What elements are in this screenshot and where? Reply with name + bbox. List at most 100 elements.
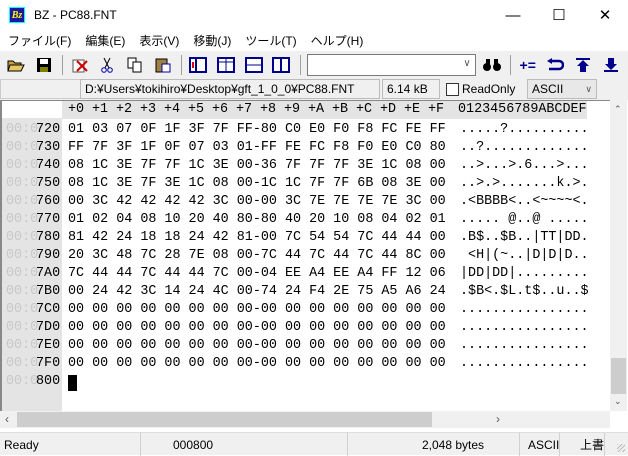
- ascii-text[interactable]: .$B<.$L.t$..u..$: [460, 283, 589, 301]
- menu-edit[interactable]: 編集(E): [81, 32, 131, 49]
- hex-bytes[interactable]: 20 3C 48 7C 28 7E 08 00-7C 44 7C 44 7C 4…: [68, 247, 446, 265]
- hex-bytes[interactable]: 7C 44 44 7C 44 44 7C 00-04 EE A4 EE A4 F…: [68, 265, 446, 283]
- hex-row[interactable]: 00:0 790 20 3C 48 7C 28 7E 08 00-7C 44 7C …: [2, 247, 602, 265]
- cut-icon[interactable]: [97, 54, 118, 76]
- hex-row[interactable]: 00:0 7F0 00 00 00 00 00 00 00 00-00 00 00 …: [2, 355, 602, 373]
- hex-row[interactable]: 00:0 7B0 00 24 42 3C 14 24 4C 00-74 24 F4 …: [2, 283, 602, 301]
- jump-bottom-icon[interactable]: [600, 54, 621, 76]
- maximize-button[interactable]: ☐: [536, 0, 582, 30]
- readonly-checkbox[interactable]: ReadOnly: [446, 82, 526, 96]
- scroll-up-icon[interactable]: ⌃: [614, 104, 622, 115]
- close-button[interactable]: ✕: [582, 0, 628, 30]
- hex-view[interactable]: +0 +1 +2 +3 +4 +5 +6 +7 +8 +9 +A +B +C +D +E +F 01234567…: [0, 100, 610, 412]
- ascii-text[interactable]: |DD|DD|.........: [460, 265, 589, 283]
- jump-top-icon[interactable]: [573, 54, 594, 76]
- toolbar-separator: [299, 54, 301, 75]
- ascii-text[interactable]: ..>...>.6...>...: [460, 157, 589, 175]
- hex-bytes[interactable]: FF 7F 3F 1F 0F 07 03 01-FF FE FC F8 F0 E…: [68, 139, 446, 157]
- menu-jump[interactable]: 移動(J): [189, 32, 237, 49]
- hex-row[interactable]: 00:0 7E0 00 00 00 00 00 00 00 00-00 00 00 …: [2, 337, 602, 355]
- offset-prefix: 00:0: [6, 356, 39, 371]
- ascii-text[interactable]: ................: [460, 355, 589, 373]
- ascii-text[interactable]: .....?..........: [460, 121, 589, 139]
- column-header-cell: +E: [404, 102, 421, 117]
- hex-row[interactable]: 00:0 760 00 3C 42 42 42 42 3C 00-00 3C 7E …: [2, 193, 602, 211]
- scroll-left-icon[interactable]: ‹: [5, 412, 9, 426]
- paste-icon[interactable]: [152, 54, 173, 76]
- ascii-text[interactable]: ..>.>.......k.>.: [460, 175, 589, 193]
- delete-icon[interactable]: [69, 54, 90, 76]
- vertical-scrollbar[interactable]: ⌃ ⌄: [610, 100, 627, 411]
- hex-bytes[interactable]: 00 00 00 00 00 00 00 00-00 00 00 00 00 0…: [68, 301, 446, 319]
- find-icon[interactable]: [482, 54, 503, 76]
- menu-view[interactable]: 表示(V): [135, 32, 185, 49]
- menu-tools[interactable]: ツール(T): [241, 32, 302, 49]
- status-encoding: ASCII: [520, 433, 560, 456]
- hex-bytes[interactable]: 08 1C 3E 7F 7F 1C 3E 00-36 7F 7F 7F 3E 1…: [68, 157, 446, 175]
- ascii-text[interactable]: ................: [460, 301, 589, 319]
- encoding-select[interactable]: ASCII ∨: [527, 79, 597, 99]
- scrollbar-thumb[interactable]: [17, 412, 432, 427]
- ascii-text[interactable]: ..... @..@ .....: [460, 211, 589, 229]
- hex-bytes[interactable]: 08 1C 3E 7F 3E 1C 08 00-1C 1C 7F 7F 6B 0…: [68, 175, 446, 193]
- save-icon[interactable]: [34, 54, 55, 76]
- offset-prefix: 00:0: [6, 248, 39, 263]
- file-path-text: D:¥Users¥tokihiro¥Desktop¥gft_1_0_0¥PC88…: [85, 82, 355, 96]
- toolbar: ∨ +=: [0, 51, 628, 78]
- hex-row[interactable]: 00:0 750 08 1C 3E 7F 3E 1C 08 00-1C 1C 7F …: [2, 175, 602, 193]
- view-layout3-icon[interactable]: [243, 54, 264, 76]
- scrollbar-thumb[interactable]: [611, 358, 626, 394]
- hex-row[interactable]: 00:0 770 01 02 04 08 10 20 40 80-80 40 20 …: [2, 211, 602, 229]
- view-layout1-icon[interactable]: [188, 54, 209, 76]
- hex-row[interactable]: 00:0 800: [2, 373, 602, 391]
- checkbox-box[interactable]: [446, 82, 459, 96]
- hex-row[interactable]: 00:0 7C0 00 00 00 00 00 00 00 00-00 00 00 …: [2, 301, 602, 319]
- view-layout2-icon[interactable]: [216, 54, 237, 76]
- hex-bytes[interactable]: 81 42 24 18 18 24 42 81-00 7C 54 54 7C 4…: [68, 229, 446, 247]
- ascii-text[interactable]: .B$..$B..|TT|DD.: [460, 229, 589, 247]
- search-combobox[interactable]: ∨: [306, 53, 476, 76]
- column-header-cell: +9: [284, 102, 301, 117]
- menu-bar: ファイル(F) 編集(E) 表示(V) 移動(J) ツール(T) ヘルプ(H): [0, 30, 628, 51]
- hex-row[interactable]: 00:0 7A0 7C 44 44 7C 44 44 7C 00-04 EE A4 …: [2, 265, 602, 283]
- hex-row[interactable]: 00:0 7D0 00 00 00 00 00 00 00 00-00 00 00 …: [2, 319, 602, 337]
- horizontal-scrollbar[interactable]: ‹ ›: [0, 411, 610, 428]
- open-folder-icon[interactable]: [6, 54, 27, 76]
- ascii-text[interactable]: <H|(~..|D|D|D..: [460, 247, 589, 265]
- ascii-text[interactable]: ................: [460, 319, 589, 337]
- offset-prefix: 00:0: [6, 194, 39, 209]
- menu-file[interactable]: ファイル(F): [4, 32, 77, 49]
- offset: 7B0: [36, 284, 61, 299]
- undo-icon[interactable]: [545, 54, 566, 76]
- title-bar: Bz BZ - PC88.FNT — ☐ ✕: [0, 0, 628, 30]
- scroll-right-icon[interactable]: ›: [496, 412, 500, 426]
- hex-bytes[interactable]: 01 02 04 08 10 20 40 80-80 40 20 10 08 0…: [68, 211, 446, 229]
- hex-bytes[interactable]: 00 24 42 3C 14 24 4C 00-74 24 F4 2E 75 A…: [68, 283, 446, 301]
- column-header-cell: +A: [308, 102, 325, 117]
- hex-row[interactable]: 00:0 720 01 03 07 0F 1F 3F 7F FF-80 C0 E0 …: [2, 121, 602, 139]
- ascii-text[interactable]: ................: [460, 337, 589, 355]
- hex-bytes[interactable]: 00 3C 42 42 42 42 3C 00-00 3C 7E 7E 7E 7…: [68, 193, 446, 211]
- column-header-cell: +F: [428, 102, 445, 117]
- resize-grip[interactable]: [617, 444, 625, 452]
- offset-prefix: 00:0: [6, 140, 39, 155]
- hex-row[interactable]: 00:0 780 81 42 24 18 18 24 42 81-00 7C 54 …: [2, 229, 602, 247]
- ascii-text[interactable]: .<BBBB<..<~~~~<.: [460, 193, 589, 211]
- status-size: 2,048 bytes: [348, 433, 520, 456]
- hex-bytes[interactable]: 00 00 00 00 00 00 00 00-00 00 00 00 00 0…: [68, 337, 446, 355]
- hex-row[interactable]: 00:0 730 FF 7F 3F 1F 0F 07 03 01-FF FE FC …: [2, 139, 602, 157]
- chevron-down-icon: ∨: [585, 83, 592, 94]
- ascii-text[interactable]: ..?.............: [460, 139, 589, 157]
- offset-prefix: 00:0: [6, 230, 39, 245]
- view-layout4-icon[interactable]: [271, 54, 292, 76]
- hex-bytes[interactable]: 01 03 07 0F 1F 3F 7F FF-80 C0 E0 F0 F8 F…: [68, 121, 446, 139]
- menu-help[interactable]: ヘルプ(H): [307, 32, 370, 49]
- hex-row[interactable]: 00:0 740 08 1C 3E 7F 7F 1C 3E 00-36 7F 7F …: [2, 157, 602, 175]
- hex-bytes[interactable]: 00 00 00 00 00 00 00 00-00 00 00 00 00 0…: [68, 355, 446, 373]
- hex-bytes[interactable]: 00 00 00 00 00 00 00 00-00 00 00 00 00 0…: [68, 319, 446, 337]
- copy-icon[interactable]: [125, 54, 146, 76]
- compare-icon[interactable]: +=: [517, 54, 538, 76]
- offset: 730: [36, 140, 61, 155]
- minimize-button[interactable]: —: [490, 0, 536, 30]
- scroll-down-icon[interactable]: ⌄: [614, 396, 622, 407]
